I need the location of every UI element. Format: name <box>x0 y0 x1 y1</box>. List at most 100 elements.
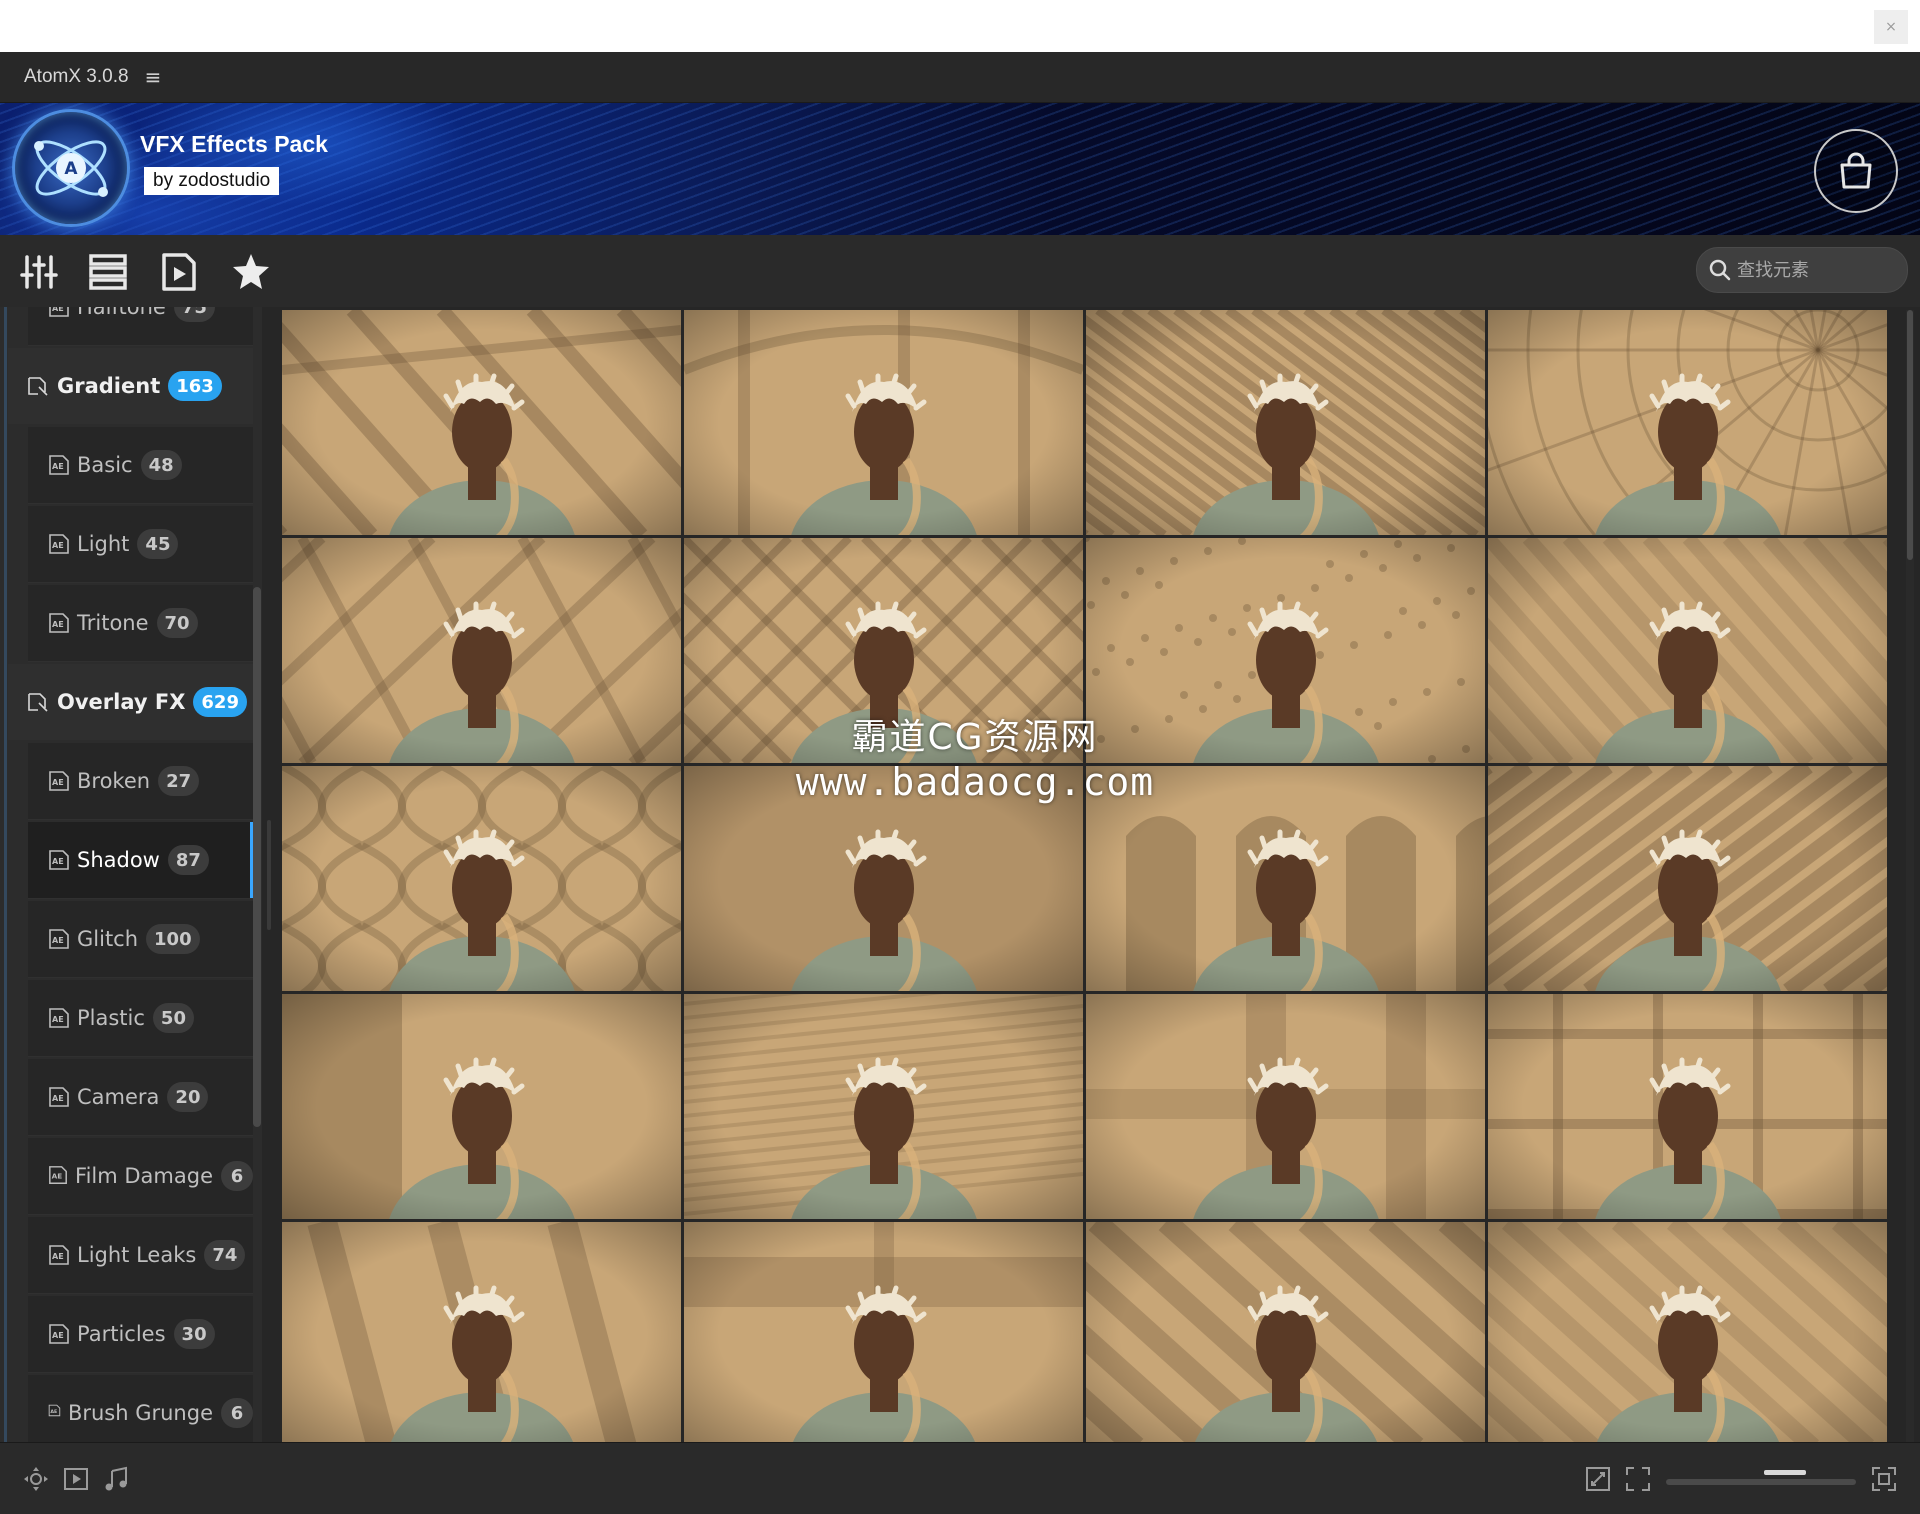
effect-thumbnail[interactable] <box>684 310 1083 535</box>
fullscreen-button[interactable] <box>1870 1465 1898 1493</box>
effect-thumbnail[interactable] <box>1488 766 1887 991</box>
grid-scrollbar-thumb[interactable] <box>1907 310 1913 560</box>
sidebar-item-label: Basic <box>77 453 133 477</box>
sidebar-category-overlay-fx[interactable]: Overlay FX 629 <box>8 664 253 740</box>
sidebar-item-broken[interactable]: AE Broken 27 <box>28 743 253 820</box>
sidebar-item-label: Halftone <box>77 307 166 319</box>
effect-thumbnail[interactable] <box>1488 538 1887 763</box>
effect-thumbnail[interactable] <box>1086 1222 1485 1442</box>
fit-button[interactable] <box>1624 1465 1652 1493</box>
zoom-slider-knob[interactable] <box>1763 1470 1806 1475</box>
sidebar-item-light[interactable]: AE Light 45 <box>28 506 253 583</box>
ae-file-icon: AE <box>48 1007 70 1029</box>
play-frame-button[interactable] <box>62 1465 90 1493</box>
ae-file-icon: AE <box>48 533 70 555</box>
ae-file-icon: AE <box>48 612 70 634</box>
effect-thumbnail[interactable] <box>282 538 681 763</box>
count-badge: 163 <box>168 371 222 401</box>
shopping-bag-icon <box>1840 152 1872 189</box>
sidebar-item-tritone[interactable]: AE Tritone 70 <box>28 585 253 662</box>
count-badge: 629 <box>193 687 247 717</box>
list-view-button[interactable] <box>87 251 129 293</box>
play-frame-icon <box>64 1468 88 1490</box>
effect-thumbnail[interactable] <box>684 994 1083 1219</box>
effect-thumbnail[interactable] <box>1086 538 1485 763</box>
grid-scrollbar[interactable] <box>1906 310 1914 1442</box>
sidebar-tree-line <box>4 307 7 1442</box>
sidebar-item-shadow[interactable]: AE Shadow 87 <box>28 822 253 899</box>
sidebar-item-label: Overlay FX <box>57 690 186 714</box>
sidebar-item-label: Light <box>77 532 130 556</box>
svg-text:AE: AE <box>52 778 64 787</box>
effect-thumbnail[interactable] <box>684 538 1083 763</box>
footer-bar <box>0 1442 1920 1514</box>
effect-thumbnail[interactable] <box>1488 994 1887 1219</box>
sidebar-item-glitch[interactable]: AE Glitch 100 <box>28 901 253 978</box>
count-badge: 27 <box>158 766 200 796</box>
search-icon <box>1709 259 1731 281</box>
music-button[interactable] <box>102 1465 130 1493</box>
close-window-button[interactable]: × <box>1874 10 1908 44</box>
sliders-button[interactable] <box>18 251 60 293</box>
music-icon <box>105 1466 127 1491</box>
hamburger-menu-icon[interactable]: ≡ <box>145 65 162 89</box>
category-sidebar: AE Halftone 75 Gradient 163 AE Basic 48 AE Light 4… <box>0 307 262 1442</box>
count-badge: 45 <box>137 529 179 559</box>
effect-thumbnail[interactable] <box>282 994 681 1219</box>
count-badge: 6 <box>221 1161 253 1191</box>
ae-file-icon: AE <box>48 454 70 476</box>
sidebar-item-film-damage[interactable]: AE Film Damage 6 <box>28 1138 253 1215</box>
video-file-icon <box>162 253 196 291</box>
sidebar-item-label: Film Damage <box>75 1164 213 1188</box>
effect-thumbnail[interactable] <box>1086 310 1485 535</box>
sidebar-scrollbar[interactable] <box>253 587 261 1127</box>
pack-author[interactable]: by zodostudio <box>144 167 280 195</box>
svg-text:AE: AE <box>52 936 64 945</box>
sidebar-item-basic[interactable]: AE Basic 48 <box>28 427 253 504</box>
svg-text:AE: AE <box>50 1409 57 1415</box>
count-badge: 70 <box>156 608 198 638</box>
effect-thumbnail[interactable] <box>1086 766 1485 991</box>
sidebar-item-halftone[interactable]: AE Halftone 75 <box>28 307 253 346</box>
effect-thumbnail[interactable] <box>282 310 681 535</box>
video-file-button[interactable] <box>158 251 200 293</box>
sidebar-item-plastic[interactable]: AE Plastic 50 <box>28 980 253 1057</box>
svg-text:AE: AE <box>52 1172 63 1181</box>
search-box[interactable] <box>1696 247 1908 293</box>
ae-file-icon: AE <box>48 307 70 318</box>
count-badge: 74 <box>204 1240 246 1270</box>
effect-thumbnail[interactable] <box>684 1222 1083 1442</box>
zoom-slider[interactable] <box>1666 1470 1856 1485</box>
effect-thumbnail[interactable] <box>1488 1222 1887 1442</box>
ae-file-icon: AE <box>48 1086 70 1108</box>
svg-text:AE: AE <box>52 857 64 866</box>
sidebar-item-label: Light Leaks <box>77 1243 197 1267</box>
sidebar-item-brush-grunge[interactable]: AE Brush Grunge 6 <box>28 1375 253 1442</box>
sidebar-item-label: Plastic <box>77 1006 145 1030</box>
list-view-icon <box>89 254 127 290</box>
import-button[interactable] <box>1584 1465 1612 1493</box>
sidebar-item-camera[interactable]: AE Camera 20 <box>28 1059 253 1136</box>
ae-file-icon: AE <box>48 1402 61 1424</box>
svg-text:AE: AE <box>52 462 64 471</box>
favorites-button[interactable] <box>230 251 272 293</box>
folder-icon <box>26 374 50 398</box>
sidebar-item-light-leaks[interactable]: AE Light Leaks 74 <box>28 1217 253 1294</box>
splitter-handle[interactable] <box>267 820 271 930</box>
effect-thumbnail[interactable] <box>684 766 1083 991</box>
effect-thumbnail[interactable] <box>1086 994 1485 1219</box>
shopping-bag-button[interactable] <box>1814 129 1898 213</box>
move-button[interactable] <box>22 1465 50 1493</box>
count-badge: 50 <box>152 1003 194 1033</box>
effect-thumbnail[interactable] <box>1488 310 1887 535</box>
effect-thumbnail[interactable] <box>282 1222 681 1442</box>
fullscreen-icon <box>1872 1467 1896 1491</box>
sidebar-item-particles[interactable]: AE Particles 30 <box>28 1296 253 1373</box>
pack-name: VFX Effects Pack <box>140 131 328 157</box>
effect-thumbnail[interactable] <box>282 766 681 991</box>
window-topstrip: × <box>0 0 1920 52</box>
sliders-icon <box>20 255 58 289</box>
sidebar-category-gradient[interactable]: Gradient 163 <box>8 348 253 424</box>
svg-text:AE: AE <box>52 1252 64 1261</box>
search-input[interactable] <box>1735 258 1889 282</box>
